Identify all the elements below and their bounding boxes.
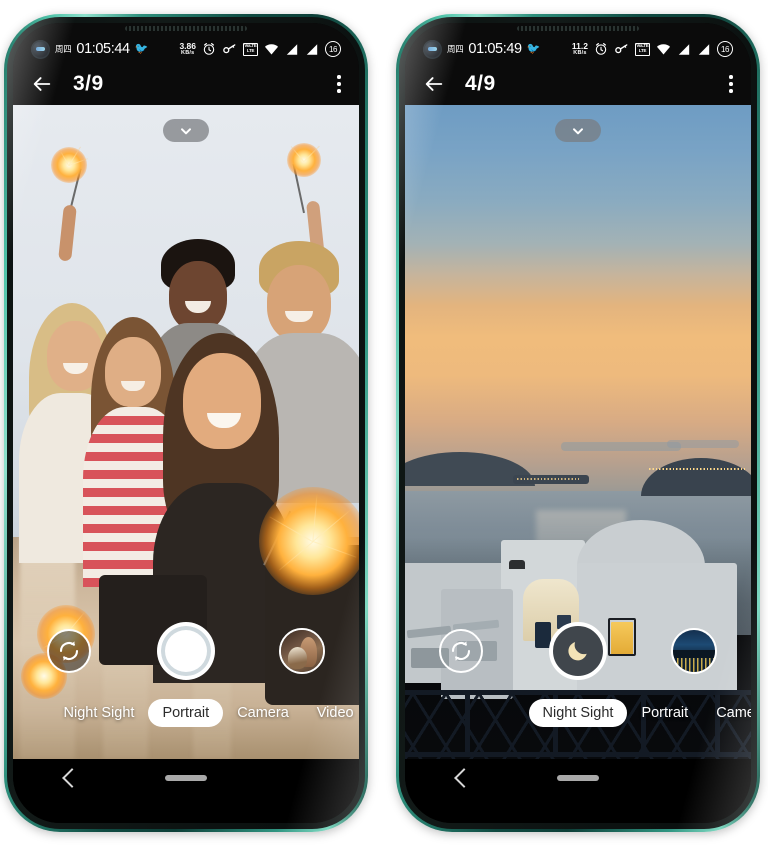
nav-home-indicator[interactable] [165, 775, 207, 781]
earpiece-speaker-icon [125, 26, 247, 31]
nav-back-icon[interactable] [454, 768, 474, 788]
app-bar: 4/9 [405, 63, 751, 105]
gallery-thumbnail-button[interactable] [279, 628, 325, 674]
signal-bars-icon [286, 43, 298, 55]
flip-camera-button[interactable] [47, 629, 91, 673]
alarm-clock-icon [203, 43, 215, 55]
gallery-thumbnail-image [673, 630, 715, 672]
status-bar-left: 周四 01:05:44 🐦 [31, 39, 149, 59]
alarm-clock-icon [595, 43, 607, 55]
status-bar-right: 3.86 KB/s VoLTE LTE 16 [179, 41, 341, 57]
volte-icon: VoLTE LTE [243, 42, 258, 56]
camera-controls [405, 621, 751, 681]
volte-icon: VoLTE LTE [635, 42, 650, 56]
flip-camera-button[interactable] [439, 629, 483, 673]
signal-bars-icon [678, 43, 690, 55]
status-bar-right: 11.2 KB/s VoLTE LTE 16 [572, 41, 733, 57]
network-speed-indicator: 3.86 KB/s [179, 41, 196, 56]
camera-mode-camera[interactable]: Camera [702, 699, 751, 727]
camera-mode-portrait[interactable]: Portrait [148, 699, 224, 727]
vpn-key-icon [615, 44, 628, 54]
earpiece-speaker-icon [517, 26, 639, 31]
chevron-down-icon [573, 127, 583, 134]
flip-camera-icon [59, 641, 79, 661]
gallery-thumbnail-image [281, 630, 323, 672]
status-day: 周四 [55, 44, 72, 54]
camera-viewfinder[interactable]: Night Sight Portrait Camera Video [13, 105, 359, 759]
flip-camera-icon [451, 641, 471, 661]
bird-icon: 🐦 [526, 42, 541, 55]
screenshot-stage: Night Sight Portrait Camera Video 周四 01:05:… [0, 0, 768, 846]
back-arrow-icon[interactable] [31, 73, 53, 95]
shutter-button[interactable] [157, 622, 215, 680]
camera-mode-night-sight[interactable]: Night Sight [50, 699, 149, 727]
camera-mode-portrait[interactable]: Portrait [627, 699, 702, 727]
page-counter: 4/9 [465, 72, 496, 95]
gallery-thumbnail-button[interactable] [671, 628, 717, 674]
camera-mode-camera[interactable]: Camera [223, 699, 303, 727]
app-bar: 3/9 [13, 63, 359, 105]
status-time: 01:05:44 [76, 41, 130, 57]
nav-home-indicator[interactable] [557, 775, 599, 781]
page-counter: 3/9 [73, 72, 104, 95]
system-navigation-bar [405, 759, 751, 823]
network-speed-indicator: 11.2 KB/s [571, 41, 588, 56]
moon-icon [568, 642, 587, 661]
status-day: 周四 [447, 44, 464, 54]
system-navigation-bar [13, 759, 359, 823]
wifi-icon [264, 43, 279, 54]
front-camera-punch-hole-icon [31, 39, 50, 59]
phone-screen-right: Night SightPortraitCamera 周四 01:05:49 🐦 … [405, 23, 751, 823]
nav-back-icon[interactable] [62, 768, 82, 788]
status-time: 01:05:49 [468, 41, 522, 57]
shutter-button[interactable] [549, 622, 607, 680]
overflow-menu-icon[interactable] [729, 75, 733, 93]
battery-indicator: 16 [325, 41, 341, 57]
camera-controls [13, 621, 359, 681]
camera-mode-night-sight[interactable]: Night Sight [528, 699, 628, 727]
chevron-down-icon [181, 127, 191, 134]
phone-right: Night SightPortraitCamera 周四 01:05:49 🐦 … [396, 14, 760, 832]
collapse-viewfinder-button[interactable] [163, 119, 209, 142]
camera-viewfinder[interactable]: Night SightPortraitCamera [405, 105, 751, 759]
back-arrow-icon[interactable] [423, 73, 445, 95]
phone-left: Night Sight Portrait Camera Video 周四 01:05:… [4, 14, 368, 832]
camera-mode-selector[interactable]: Night SightPortraitCamera [405, 697, 751, 729]
collapse-viewfinder-button[interactable] [555, 119, 601, 142]
bird-icon: 🐦 [134, 42, 149, 55]
camera-mode-video[interactable]: Video [303, 699, 359, 727]
overflow-menu-icon[interactable] [337, 75, 341, 93]
vpn-key-icon [223, 44, 236, 54]
phone-screen-left: Night Sight Portrait Camera Video 周四 01:05:… [13, 23, 359, 823]
camera-mode-selector[interactable]: Night Sight Portrait Camera Video [13, 697, 359, 729]
front-camera-punch-hole-icon [423, 39, 442, 59]
wifi-icon [656, 43, 671, 54]
signal-bars-icon [306, 43, 318, 55]
battery-indicator: 16 [717, 41, 733, 57]
status-bar-left: 周四 01:05:49 🐦 [423, 39, 541, 59]
signal-bars-icon [698, 43, 710, 55]
